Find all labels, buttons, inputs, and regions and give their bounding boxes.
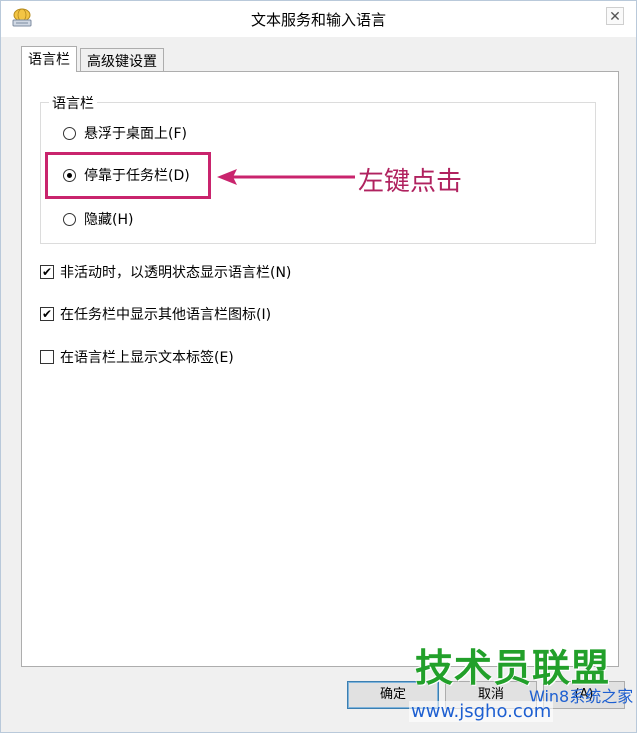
- radio-button[interactable]: [63, 126, 76, 140]
- radio-label: 悬浮于桌面上(F): [84, 126, 187, 142]
- apply-button[interactable]: (A): [543, 681, 625, 709]
- tab-panel-language-bar: 语言栏 悬浮于桌面上(F) 停靠于任务栏(D) 隐藏(H) ✔ 非活动时，以透明…: [21, 71, 619, 667]
- checkbox-show-text-labels[interactable]: 在语言栏上显示文本标签(E): [40, 347, 234, 367]
- radio-label: 停靠于任务栏(D): [84, 168, 190, 184]
- close-button[interactable]: ✕: [606, 7, 624, 25]
- checkbox-show-extra-icons[interactable]: ✔ 在任务栏中显示其他语言栏图标(I): [40, 304, 271, 324]
- radio-float-on-desktop[interactable]: 悬浮于桌面上(F): [63, 123, 187, 143]
- checkbox-checked[interactable]: ✔: [40, 265, 54, 279]
- annotation-left-click: 左键点击: [358, 167, 463, 197]
- checkbox-label: 在任务栏中显示其他语言栏图标(I): [60, 307, 272, 323]
- cancel-button[interactable]: 取消: [445, 681, 537, 709]
- radio-docked-in-taskbar[interactable]: 停靠于任务栏(D): [63, 165, 190, 185]
- checkbox-unchecked[interactable]: [40, 350, 54, 364]
- close-icon: ✕: [609, 9, 621, 25]
- ok-button[interactable]: 确定: [347, 681, 439, 709]
- tab-language-bar[interactable]: 语言栏: [21, 46, 77, 72]
- checkbox-checked[interactable]: ✔: [40, 307, 54, 321]
- window-title: 文本服务和输入语言: [250, 11, 386, 29]
- checkbox-label: 在语言栏上显示文本标签(E): [60, 350, 234, 366]
- group-legend: 语言栏: [49, 93, 97, 113]
- radio-button[interactable]: [63, 212, 76, 226]
- dialog-window: 文本服务和输入语言 ✕ 语言栏 高级键设置 语言栏 悬浮于桌面上(F) 停靠于任…: [0, 0, 637, 733]
- tab-advanced-key-settings[interactable]: 高级键设置: [80, 48, 164, 72]
- radio-hidden[interactable]: 隐藏(H): [63, 209, 133, 229]
- checkbox-transparent-when-inactive[interactable]: ✔ 非活动时，以透明状态显示语言栏(N): [40, 262, 291, 282]
- pointer-arrow-icon: [217, 169, 355, 185]
- title-bar: 文本服务和输入语言 ✕: [1, 1, 636, 37]
- checkbox-label: 非活动时，以透明状态显示语言栏(N): [60, 265, 292, 281]
- radio-label: 隐藏(H): [84, 212, 134, 228]
- radio-button-checked[interactable]: [63, 168, 76, 182]
